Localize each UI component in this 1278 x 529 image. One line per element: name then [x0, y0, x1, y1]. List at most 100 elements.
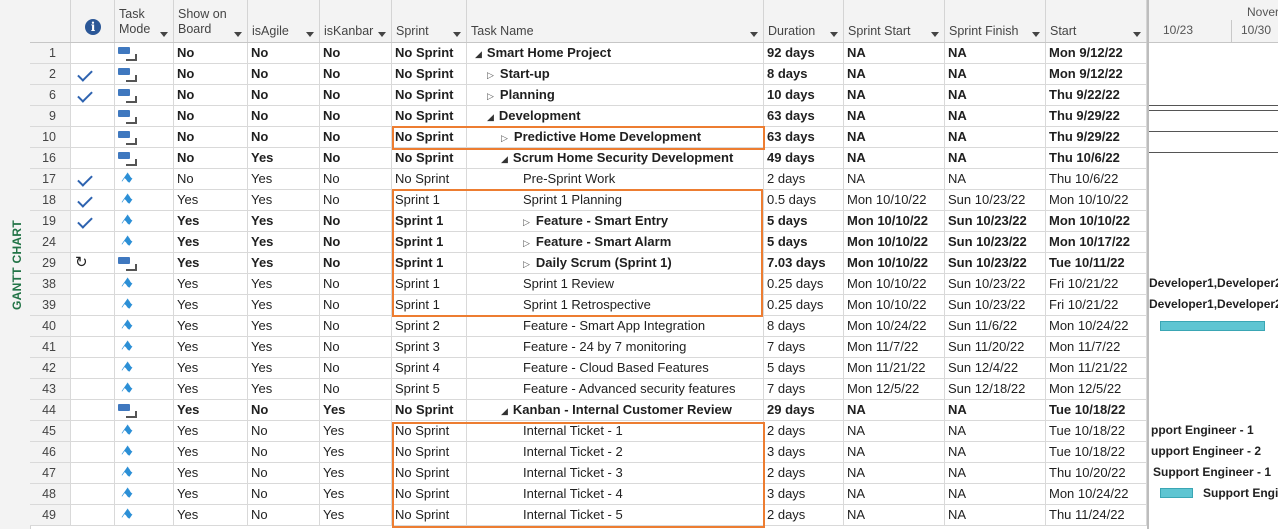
- task-mode-cell[interactable]: ⚑: [115, 421, 174, 442]
- is-kanban-cell[interactable]: No: [320, 169, 392, 190]
- duration-cell[interactable]: 2 days: [764, 169, 844, 190]
- sprint-cell[interactable]: No Sprint: [392, 106, 467, 127]
- row-id[interactable]: 45: [30, 421, 71, 442]
- row-id[interactable]: 47: [30, 463, 71, 484]
- indicators-cell[interactable]: [71, 85, 115, 106]
- is-agile-cell[interactable]: Yes: [248, 379, 320, 400]
- task-mode-cell[interactable]: ⚑: [115, 484, 174, 505]
- table-row[interactable]: 48 ⚑ Yes No Yes No Sprint Internal Ticket - 43…: [30, 484, 1147, 505]
- expand-triangle-icon[interactable]: ▷: [487, 65, 494, 84]
- duration-cell[interactable]: 5 days: [764, 358, 844, 379]
- table-row[interactable]: 40 ⚑ Yes Yes No Sprint 2 Feature - Smart App I…: [30, 316, 1147, 337]
- show-on-board-cell[interactable]: Yes: [174, 190, 248, 211]
- task-mode-cell[interactable]: ⚑: [115, 295, 174, 316]
- summary-bar[interactable]: [1149, 105, 1278, 106]
- start-cell[interactable]: Tue 10/18/22: [1046, 400, 1147, 421]
- duration-cell[interactable]: 7.03 days: [764, 253, 844, 274]
- is-kanban-cell[interactable]: No: [320, 253, 392, 274]
- is-kanban-cell[interactable]: No: [320, 64, 392, 85]
- task-name-cell[interactable]: Internal Ticket - 4: [467, 484, 764, 505]
- is-kanban-cell[interactable]: No: [320, 43, 392, 64]
- is-agile-cell[interactable]: No: [248, 127, 320, 148]
- duration-cell[interactable]: 63 days: [764, 127, 844, 148]
- chevron-down-icon[interactable]: [1133, 32, 1141, 37]
- show-on-board-cell[interactable]: No: [174, 148, 248, 169]
- task-mode-cell[interactable]: ⚑: [115, 505, 174, 526]
- is-kanban-cell[interactable]: No: [320, 337, 392, 358]
- table-row[interactable]: 17 ⚑ No Yes No No Sprint Pre-Sprint Work 2 days…: [30, 169, 1147, 190]
- duration-cell[interactable]: 8 days: [764, 316, 844, 337]
- table-row[interactable]: 19 ⚑ Yes Yes No Sprint 1 ▷ Feature - Smart Entr…: [30, 211, 1147, 232]
- column-header-is-kanban[interactable]: isKanbar: [320, 0, 392, 42]
- show-on-board-cell[interactable]: Yes: [174, 253, 248, 274]
- indicators-cell[interactable]: [71, 169, 115, 190]
- indicators-cell[interactable]: [71, 484, 115, 505]
- sprint-cell[interactable]: No Sprint: [392, 127, 467, 148]
- row-id[interactable]: 6: [30, 85, 71, 106]
- task-mode-cell[interactable]: ⚑: [115, 316, 174, 337]
- chevron-down-icon[interactable]: [453, 32, 461, 37]
- task-name-cell[interactable]: ▷ Feature - Smart Entry: [467, 211, 764, 232]
- sprint-finish-cell[interactable]: NA: [945, 106, 1046, 127]
- sprint-start-cell[interactable]: NA: [844, 169, 945, 190]
- sprint-finish-cell[interactable]: NA: [945, 43, 1046, 64]
- collapse-triangle-icon[interactable]: ◢: [501, 149, 508, 168]
- table-row[interactable]: 16 No Yes No No Sprint ◢ Scrum Home Security D…: [30, 148, 1147, 169]
- is-kanban-cell[interactable]: No: [320, 148, 392, 169]
- table-row[interactable]: 10 No No No No Sprint ▷ Predictive Home Develo…: [30, 127, 1147, 148]
- sprint-start-cell[interactable]: NA: [844, 85, 945, 106]
- sprint-cell[interactable]: Sprint 3: [392, 337, 467, 358]
- is-kanban-cell[interactable]: No: [320, 295, 392, 316]
- indicators-cell[interactable]: [71, 379, 115, 400]
- sprint-finish-cell[interactable]: Sun 12/4/22: [945, 358, 1046, 379]
- expand-triangle-icon[interactable]: ▷: [523, 254, 530, 273]
- sprint-start-cell[interactable]: Mon 11/21/22: [844, 358, 945, 379]
- summary-bar[interactable]: [1149, 131, 1278, 132]
- table-row[interactable]: 46 ⚑ Yes No Yes No Sprint Internal Ticket - 23…: [30, 442, 1147, 463]
- task-name-cell[interactable]: Feature - 24 by 7 monitoring: [467, 337, 764, 358]
- table-row[interactable]: 41 ⚑ Yes Yes No Sprint 3 Feature - 24 by 7 mon…: [30, 337, 1147, 358]
- sprint-cell[interactable]: No Sprint: [392, 85, 467, 106]
- indicators-cell[interactable]: [71, 358, 115, 379]
- collapse-triangle-icon[interactable]: ◢: [501, 401, 508, 420]
- gantt-chart-pane[interactable]: Nover 10/23 10/30 Developer1,Developer2,…: [1147, 0, 1278, 529]
- duration-cell[interactable]: 7 days: [764, 379, 844, 400]
- is-kanban-cell[interactable]: No: [320, 316, 392, 337]
- task-name-cell[interactable]: ▷ Predictive Home Development: [467, 127, 764, 148]
- is-agile-cell[interactable]: No: [248, 505, 320, 526]
- table-row[interactable]: 43 ⚑ Yes Yes No Sprint 5 Feature - Advanced se…: [30, 379, 1147, 400]
- sprint-finish-cell[interactable]: NA: [945, 442, 1046, 463]
- sprint-start-cell[interactable]: NA: [844, 484, 945, 505]
- show-on-board-cell[interactable]: Yes: [174, 505, 248, 526]
- sprint-start-cell[interactable]: Mon 12/5/22: [844, 379, 945, 400]
- sprint-cell[interactable]: No Sprint: [392, 43, 467, 64]
- sprint-cell[interactable]: Sprint 2: [392, 316, 467, 337]
- task-mode-cell[interactable]: ⚑: [115, 169, 174, 190]
- sprint-start-cell[interactable]: Mon 10/10/22: [844, 232, 945, 253]
- table-row[interactable]: 45 ⚑ Yes No Yes No Sprint Internal Ticket - 12…: [30, 421, 1147, 442]
- indicators-cell[interactable]: [71, 148, 115, 169]
- column-header-task-name[interactable]: Task Name: [467, 0, 764, 42]
- is-kanban-cell[interactable]: Yes: [320, 400, 392, 421]
- start-cell[interactable]: Mon 10/24/22: [1046, 316, 1147, 337]
- show-on-board-cell[interactable]: Yes: [174, 274, 248, 295]
- task-mode-cell[interactable]: [115, 400, 174, 421]
- is-agile-cell[interactable]: No: [248, 421, 320, 442]
- sprint-cell[interactable]: Sprint 5: [392, 379, 467, 400]
- duration-cell[interactable]: 5 days: [764, 211, 844, 232]
- sprint-finish-cell[interactable]: NA: [945, 127, 1046, 148]
- sprint-start-cell[interactable]: Mon 10/10/22: [844, 253, 945, 274]
- sprint-cell[interactable]: No Sprint: [392, 505, 467, 526]
- sprint-cell[interactable]: No Sprint: [392, 148, 467, 169]
- start-cell[interactable]: Tue 10/18/22: [1046, 442, 1147, 463]
- start-cell[interactable]: Fri 10/21/22: [1046, 274, 1147, 295]
- sprint-finish-cell[interactable]: Sun 10/23/22: [945, 211, 1046, 232]
- duration-cell[interactable]: 8 days: [764, 64, 844, 85]
- task-name-cell[interactable]: ▷ Daily Scrum (Sprint 1): [467, 253, 764, 274]
- row-id[interactable]: 19: [30, 211, 71, 232]
- table-row[interactable]: 39 ⚑ Yes Yes No Sprint 1 Sprint 1 Retrospectiv…: [30, 295, 1147, 316]
- column-header-sprint-finish[interactable]: Sprint Finish: [945, 0, 1046, 42]
- sprint-cell[interactable]: No Sprint: [392, 484, 467, 505]
- is-kanban-cell[interactable]: No: [320, 232, 392, 253]
- is-agile-cell[interactable]: Yes: [248, 274, 320, 295]
